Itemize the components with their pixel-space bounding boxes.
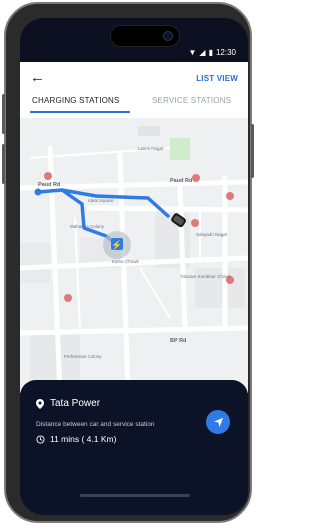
phone-frame: ▼ ◢ ▮ 12:30 ← LIST VIEW CHARGING STATION… bbox=[2, 2, 254, 523]
tab-service-stations[interactable]: SERVICE STATIONS bbox=[152, 96, 231, 105]
svg-text:⚡: ⚡ bbox=[111, 239, 122, 251]
distance-description: Distance between car and service station bbox=[36, 421, 155, 428]
status-bar: ▼ ◢ ▮ 12:30 bbox=[20, 18, 248, 62]
station-info-sheet: Tata Power Distance between car and serv… bbox=[20, 380, 248, 515]
battery-icon: ▮ bbox=[208, 48, 213, 57]
charging-station-marker[interactable]: ⚡ bbox=[111, 238, 123, 251]
road-label-paud-rd-west: Paud Rd bbox=[38, 182, 60, 188]
home-indicator[interactable] bbox=[80, 494, 190, 497]
wifi-icon: ▼ bbox=[188, 48, 197, 57]
station-tabs: CHARGING STATIONS SERVICE STATIONS bbox=[20, 96, 248, 118]
map-view[interactable]: ⚡ Laxmi Nagar Ideal Square Paud Rd Paud … bbox=[20, 118, 248, 393]
list-view-link[interactable]: LIST VIEW bbox=[196, 74, 238, 83]
tab-charging-stations[interactable]: CHARGING STATIONS bbox=[32, 96, 120, 105]
map-canvas: ⚡ Laxmi Nagar Ideal Square Paud Rd Paud … bbox=[20, 118, 248, 393]
road-label-bp-rd: BP Rd bbox=[170, 338, 186, 344]
clock-icon bbox=[36, 434, 45, 444]
back-button[interactable]: ← bbox=[30, 70, 50, 86]
location-pin-icon bbox=[36, 398, 44, 409]
place-label-ideal-square: Ideal Square bbox=[88, 198, 114, 203]
eta-text: 11 mins ( 4.1 Km) bbox=[50, 434, 117, 444]
power-button bbox=[251, 124, 254, 178]
place-label-tularam: Tularam Kumbhar Chowk bbox=[180, 274, 232, 279]
notch bbox=[110, 25, 180, 47]
place-label-laxmi-nagar: Laxmi Nagar bbox=[138, 146, 164, 151]
place-label-perferenan: Perferenan Colony bbox=[64, 354, 102, 359]
active-tab-indicator bbox=[30, 111, 130, 113]
place-label-mahatma-colony: Mahatma Colony bbox=[70, 224, 105, 229]
camera-icon bbox=[163, 31, 173, 41]
place-label-karve-chowk: Karve Chowk bbox=[112, 259, 140, 264]
status-icons: ▼ ◢ ▮ 12:30 bbox=[188, 48, 236, 57]
place-label-sahyadri-nagar: Sahyadri Nagar bbox=[196, 232, 228, 237]
arrow-left-icon: ← bbox=[30, 69, 45, 86]
eta-row: 11 mins ( 4.1 Km) bbox=[36, 434, 116, 444]
road-label-paud-rd: Paud Rd bbox=[170, 178, 192, 184]
volume-button bbox=[2, 144, 5, 184]
navigate-button[interactable] bbox=[206, 410, 230, 434]
navigation-arrow-icon bbox=[213, 417, 223, 427]
status-time: 12:30 bbox=[215, 48, 236, 57]
signal-icon: ◢ bbox=[199, 48, 206, 57]
app-screen: ▼ ◢ ▮ 12:30 ← LIST VIEW CHARGING STATION… bbox=[20, 18, 248, 515]
start-dot bbox=[34, 188, 42, 196]
volume-button bbox=[2, 94, 5, 134]
station-row: Tata Power bbox=[36, 398, 100, 409]
station-name: Tata Power bbox=[50, 398, 101, 409]
